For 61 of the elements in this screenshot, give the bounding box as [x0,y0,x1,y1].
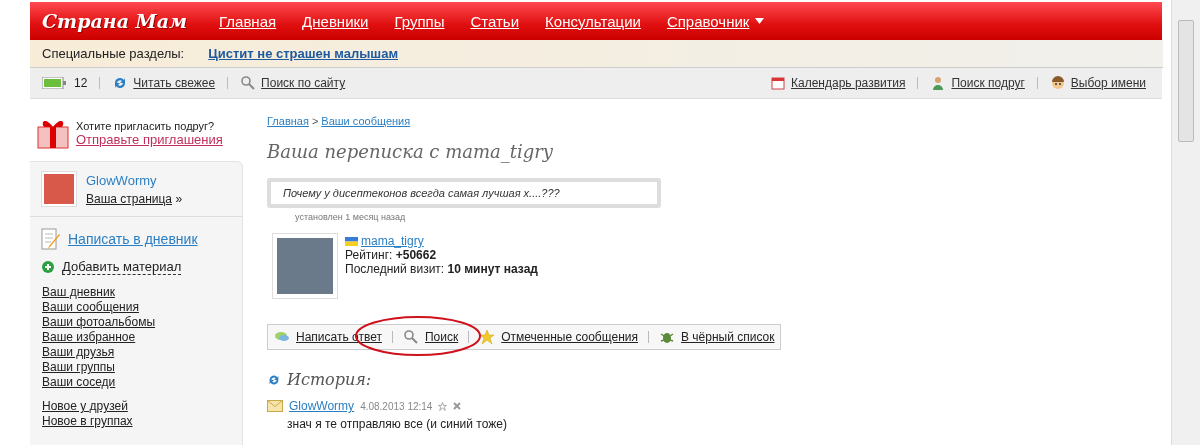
nav-link[interactable]: Консультации [545,12,641,30]
username-link[interactable]: GlowWormy [86,172,183,188]
sidebar-link[interactable]: Ваши фотоальбомы [42,315,230,330]
star-icon [479,329,496,345]
last-visit-text: Последний визит: 10 минут назад [345,262,538,276]
nav-link[interactable]: Справочник [666,12,765,30]
plus-icon [42,261,54,273]
search-icon [240,75,257,91]
my-page-link[interactable]: Ваша страница [86,191,173,206]
site-logo[interactable]: Страна Мам [42,10,187,32]
search-icon [402,329,419,345]
nav-link[interactable]: Главная [219,12,277,30]
breadcrumb-separator: > [311,115,319,127]
close-icon[interactable] [453,402,462,410]
sidebar-link[interactable]: Ваше избранное [42,330,230,345]
status-bubble: Почему у дисептеконов всегда самая лучшая х....??? [267,178,661,208]
toolbar-link[interactable]: Календарь развития [770,75,906,91]
nav-link[interactable]: Статьи [470,12,520,30]
notepad-pencil-icon [40,227,62,251]
sidebar-link[interactable]: Ваш дневник [42,285,230,300]
action-link[interactable]: В чёрный список [681,330,775,344]
sidebar-link[interactable]: Новое у друзей [42,399,230,414]
star-icon[interactable] [438,401,448,411]
count-text: 12 [74,76,88,90]
toolbar-link[interactable]: Поиск по сайту [240,75,346,91]
face-icon [1049,75,1066,91]
special-section-link[interactable]: Цистит не страшен малышам [208,46,398,61]
rating-text: Рейтинг: +50662 [345,248,438,262]
sidebar-link[interactable]: Ваши соседи [42,375,230,390]
breadcrumb-link[interactable]: Ваши сообщения [321,115,411,127]
history-title: История: [287,370,372,389]
action-link[interactable]: Отмеченные сообщения [501,330,638,344]
envelope-icon [267,400,283,412]
toolbar-link[interactable]: Поиск подруг [930,75,1025,91]
write-diary-link[interactable]: Написать в дневник [68,231,198,247]
avatar-placeholder[interactable] [42,172,76,206]
sidebar-link[interactable]: Ваши сообщения [42,300,230,315]
message-text: знач я те отправляю все (и синий тоже) [287,417,508,431]
invite-link[interactable]: Отправьте приглашения [76,131,223,147]
status-time: установлен 1 месяц назад [295,212,407,222]
sidebar-link[interactable]: Ваши группы [42,360,230,375]
toolbar-link[interactable]: Выбор имени [1049,75,1146,91]
author-link[interactable]: GlowWormy [289,399,355,413]
nav-link[interactable]: Группы [394,12,445,30]
invite-question: Хотите пригласить подруг? [76,119,216,132]
sidebar-link[interactable]: Ваши друзья [42,345,230,360]
action-link[interactable]: Поиск [424,330,459,344]
add-material-link[interactable]: Добавить материал [62,259,182,275]
breadcrumb-link[interactable]: Главная [267,115,309,127]
page-title: Ваша переписка с mama_tigry [267,141,555,162]
profile-name-link[interactable]: mama_tigry [361,234,424,248]
toolbar-link[interactable]: Читать свежее [112,75,216,91]
nav-link[interactable]: Дневники [302,12,369,30]
special-sections-label: Специальные разделы: [42,46,185,61]
battery-icon [42,77,66,89]
sidebar-link[interactable]: Новое в группах [42,414,230,429]
guillemet-text: » [175,191,183,206]
calendar-icon [770,75,787,91]
scrollbar[interactable] [1171,0,1200,445]
message-date: 4.08.2013 12:14 [360,400,433,412]
flag-icon [345,237,358,247]
